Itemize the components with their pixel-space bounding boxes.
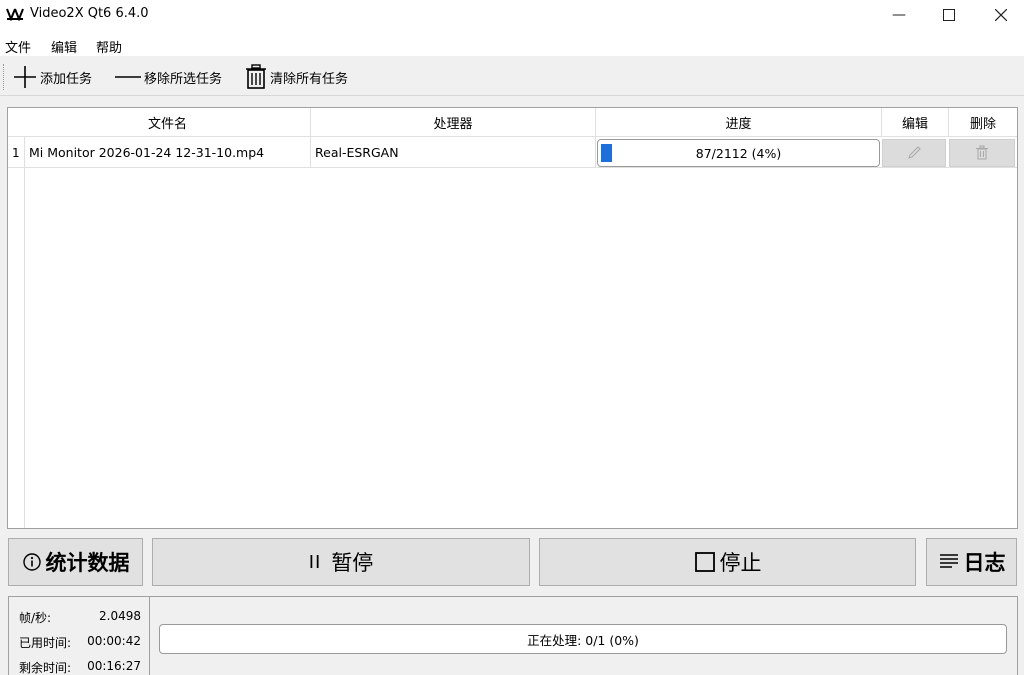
task-progress-text: 87/2112 (4%) [695,145,782,161]
menu-edit[interactable]: 编辑 [51,37,77,56]
toolbar-grip[interactable] [3,64,5,90]
fps-label: 帧/秒: [19,611,52,625]
trash-icon [246,64,266,89]
maximize-icon [943,9,955,21]
header-edit[interactable]: 编辑 [882,108,949,137]
title-bar: Video2X Qt6 6.4.0 — [0,0,1024,30]
menu-file[interactable]: 文件 [5,37,31,56]
minimize-button[interactable]: — [876,0,922,30]
log-icon [939,554,958,568]
close-button[interactable] [978,0,1024,30]
task-progress-bar: 87/2112 (4%) [597,139,880,167]
app-logo-icon [6,8,24,21]
clear-all-button[interactable]: 清除所有任务 [244,62,348,92]
task-table[interactable]: 文件名 处理器 进度 编辑 删除 1 Mi Monitor 2026-01-24… [7,107,1018,529]
trash-icon [976,145,988,160]
elapsed-label: 已用时间: [19,636,72,650]
row-header-column [8,108,25,528]
stats-button[interactable]: 统计数据 [8,538,143,586]
pause-button[interactable]: II 暂停 [152,538,530,586]
pencil-icon [908,146,921,159]
cell-processor[interactable]: Real-ESRGAN [311,137,596,168]
minus-icon [115,76,141,78]
info-icon [22,553,41,571]
toolbar: 添加任务 移除所选任务 清除所有任务 [0,58,1024,96]
remove-selected-label: 移除所选任务 [144,71,223,87]
pause-button-label: 暂停 [331,551,374,575]
stop-button-label: 停止 [719,551,762,575]
delete-task-button[interactable] [949,139,1015,167]
remaining-value: 00:16:27 [87,659,141,673]
status-panel: 正在处理: 0/1 (0%) [150,596,1018,675]
cell-filename[interactable]: Mi Monitor 2026-01-24 12-31-10.mp4 [25,137,311,168]
pause-icon: II [308,551,322,573]
header-progress[interactable]: 进度 [596,108,882,137]
menu-help[interactable]: 帮助 [96,37,122,56]
maximize-button[interactable] [926,0,972,30]
remaining-label: 剩余时间: [19,661,72,675]
stop-icon [694,552,715,572]
header-processor[interactable]: 处理器 [311,108,596,137]
edit-task-button[interactable] [882,139,946,167]
close-icon [995,9,1007,21]
stats-panel: 帧/秒: 2.0498 已用时间: 00:00:42 剩余时间: 00:16:2… [8,596,150,675]
stop-button[interactable]: 停止 [539,538,916,586]
row-number: 1 [12,146,20,160]
window-title: Video2X Qt6 6.4.0 [30,6,149,21]
minimize-icon: — [892,7,906,23]
overall-progress-text: 正在处理: 0/1 (0%) [527,632,639,648]
remove-selected-button[interactable]: 移除所选任务 [114,62,222,92]
clear-all-label: 清除所有任务 [270,71,349,87]
header-filename[interactable]: 文件名 [25,108,311,137]
plus-icon [14,66,36,88]
overall-progress-bar: 正在处理: 0/1 (0%) [159,624,1007,654]
log-button[interactable]: 日志 [926,538,1017,586]
table-header: 文件名 处理器 进度 编辑 删除 [8,108,1017,137]
table-row[interactable]: 1 Mi Monitor 2026-01-24 12-31-10.mp4 Rea… [8,137,1017,168]
fps-value: 2.0498 [99,609,141,623]
elapsed-value: 00:00:42 [87,634,141,648]
menu-bar: 文件 编辑 帮助 [0,30,1024,56]
stats-button-label: 统计数据 [45,551,130,575]
add-task-label: 添加任务 [40,71,93,87]
log-button-label: 日志 [963,551,1006,575]
add-task-button[interactable]: 添加任务 [12,62,92,92]
header-delete[interactable]: 删除 [949,108,1017,137]
